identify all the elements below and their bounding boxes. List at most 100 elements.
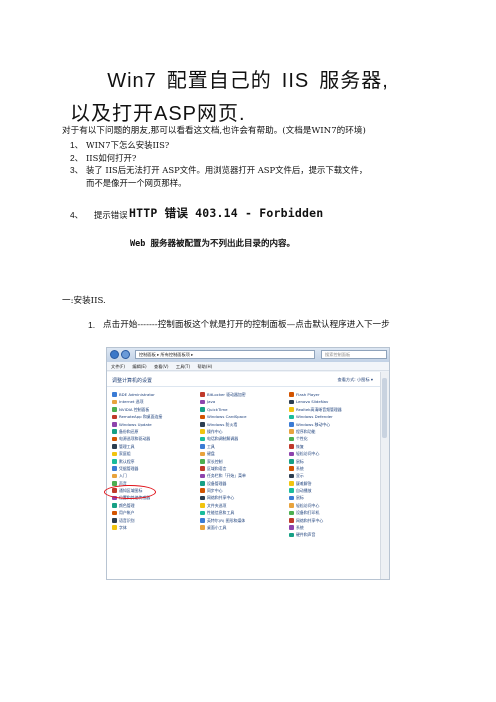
control-panel-item[interactable]: 鼠标 [288, 458, 376, 465]
control-panel-item-label: Windows Defender [296, 414, 333, 420]
control-panel-item[interactable]: Windows 移动中心 [288, 421, 376, 428]
forward-icon[interactable] [121, 350, 130, 359]
control-panel-item[interactable]: BDE Administrator [111, 391, 199, 398]
control-panel-item[interactable]: 英特尔(R) 图形和媒体 [199, 517, 287, 524]
control-panel-item[interactable]: 文件夹选项 [199, 502, 287, 509]
control-panel-item[interactable]: 系统 [288, 524, 376, 531]
content-title: 调整计算机的设置 [112, 378, 153, 384]
control-panel-item-label: 英特尔(R) 图形和媒体 [207, 517, 246, 523]
control-panel-item[interactable]: 硬件和声音 [288, 531, 376, 538]
control-panel-item-icon [289, 407, 294, 412]
control-panel-item[interactable]: 设备管理器 [199, 480, 287, 487]
control-panel-item[interactable]: 电源选项和驱动器 [111, 435, 199, 442]
control-panel-item[interactable]: RemoteApp 和桌面连接 [111, 413, 199, 420]
menu-tools[interactable]: 工具(T) [176, 364, 190, 369]
control-panel-item-icon [200, 473, 205, 479]
control-panel-item[interactable]: 设备和打印机 [288, 509, 376, 516]
control-panel-item[interactable]: 网络和共享中心 [288, 517, 376, 524]
address-field[interactable]: 控制面板 ▸ 所有控制面板项 ▸ [135, 350, 315, 359]
control-panel-item-icon [200, 518, 205, 523]
control-panel-item-icon [112, 392, 117, 397]
control-panel-item[interactable]: Windows CardSpace [199, 413, 287, 420]
control-panel-item[interactable]: 备份和还原 [111, 428, 199, 435]
control-panel-item-label: Windows Update [119, 421, 152, 427]
control-panel-item[interactable]: 性能信息和工具 [199, 509, 287, 516]
control-panel-item[interactable]: 恢复 [288, 443, 376, 450]
control-panel-item[interactable]: 鼠标 [288, 494, 376, 501]
title-part-win7: Win7 [107, 70, 157, 92]
control-panel-item-icon [112, 458, 117, 464]
control-panel-item-label: 入门 [119, 473, 127, 479]
control-panel-item[interactable]: Realtek高清晰音频管理器 [288, 406, 376, 413]
control-panel-item[interactable]: 凭据管理器 [111, 465, 199, 472]
control-panel-item-label: 系统 [296, 465, 304, 471]
control-panel-item-icon [289, 503, 294, 508]
control-panel-item[interactable]: 默认程序 [111, 458, 199, 465]
control-panel-item-icon [289, 510, 294, 516]
control-panel-item[interactable]: NVIDIA 控制面板 [111, 406, 199, 413]
menu-view[interactable]: 查看(V) [154, 364, 169, 369]
control-panel-item[interactable]: 入门 [111, 472, 199, 479]
control-panel-item[interactable]: 字体 [111, 524, 199, 531]
control-panel-item-icon [289, 414, 294, 420]
control-panel-item[interactable]: 家长控制 [199, 458, 287, 465]
control-panel-item[interactable]: 用户帐户 [111, 509, 199, 516]
control-panel-item-label: Flash Player [296, 392, 320, 397]
control-panel-item[interactable]: 电话和调制解调器 [199, 435, 287, 442]
view-by-selector[interactable]: 查看方式: 小图标 ▾ [338, 377, 374, 383]
back-icon[interactable] [110, 350, 119, 359]
control-panel-item[interactable]: 个性化 [288, 435, 376, 442]
control-panel-item-icon [112, 399, 117, 405]
control-panel-item-icon [200, 510, 205, 516]
control-panel-item-label: 键盘 [207, 451, 215, 457]
control-panel-item[interactable]: 管理工具 [111, 443, 199, 450]
control-panel-item[interactable]: 同步中心 [199, 487, 287, 494]
control-panel-item[interactable]: 桌面小工具 [199, 524, 287, 531]
control-panel-item[interactable]: 语音识别 [111, 517, 199, 524]
control-panel-item-icon [289, 518, 294, 523]
control-panel-item[interactable]: 家庭组 [111, 450, 199, 457]
control-panel-item[interactable]: 区域和语言 [199, 465, 287, 472]
control-panel-item[interactable]: Windows Defender [288, 413, 376, 420]
control-panel-item[interactable]: Windows Update [111, 421, 199, 428]
control-panel-item[interactable]: 操作中心 [199, 428, 287, 435]
control-panel-item[interactable]: BitLocker 驱动器加密 [199, 391, 287, 398]
search-input[interactable]: 搜索控制面板 [321, 350, 387, 359]
control-panel-item[interactable]: Lenovo SlideNav [288, 398, 376, 405]
control-panel-items: BDE Administrator Internet 选项 NVIDIA 控制面板 R… [111, 391, 376, 577]
scrollbar[interactable] [380, 372, 389, 579]
control-panel-item[interactable]: 轻松访问中心 [288, 450, 376, 457]
control-panel-item[interactable]: 键盘 [199, 450, 287, 457]
control-panel-item-label: 硬件和声音 [296, 532, 316, 538]
control-panel-item[interactable]: QuickTime [199, 406, 287, 413]
control-panel-item-label: 自动播放 [296, 488, 312, 494]
control-panel-item[interactable]: 网络和共享中心 [199, 494, 287, 501]
section-heading: 一:安装IIS. [62, 296, 106, 306]
control-panel-item-icon [200, 503, 205, 508]
control-panel-item-icon [112, 518, 117, 523]
control-panel-item[interactable]: 疑难解答 [288, 480, 376, 487]
control-panel-item[interactable]: 系统 [288, 465, 376, 472]
control-panel-item[interactable]: Flash Player [288, 391, 376, 398]
control-panel-item-label: 恢复 [296, 443, 304, 449]
menu-file[interactable]: 文件(F) [111, 364, 125, 369]
control-panel-item[interactable]: 程序和功能 [288, 428, 376, 435]
control-panel-item[interactable]: 自动播放 [288, 487, 376, 494]
control-panel-item[interactable]: 工具 [199, 443, 287, 450]
scrollbar-thumb[interactable] [382, 378, 387, 438]
control-panel-item[interactable]: Internet 选项 [111, 398, 199, 405]
control-panel-item-label: 设备和打印机 [296, 510, 320, 516]
control-panel-item-icon [289, 429, 294, 434]
control-panel-item-label: 凭据管理器 [119, 465, 139, 471]
control-panel-item[interactable]: 轻松访问中心 [288, 502, 376, 509]
control-panel-item[interactable]: 颜色管理 [111, 502, 199, 509]
menu-edit[interactable]: 编辑(E) [132, 364, 146, 369]
control-panel-item[interactable]: 显示 [288, 472, 376, 479]
control-panel-item[interactable]: Windows 防火墙 [199, 421, 287, 428]
control-panel-item-label: 工具 [207, 443, 215, 449]
control-panel-item-label: 文件夹选项 [207, 502, 227, 508]
menu-help[interactable]: 帮助(H) [197, 364, 212, 369]
control-panel-item-label: 字体 [119, 525, 127, 531]
control-panel-item[interactable]: 任务栏和「开始」菜单 [199, 472, 287, 479]
control-panel-item[interactable]: Java [199, 398, 287, 405]
